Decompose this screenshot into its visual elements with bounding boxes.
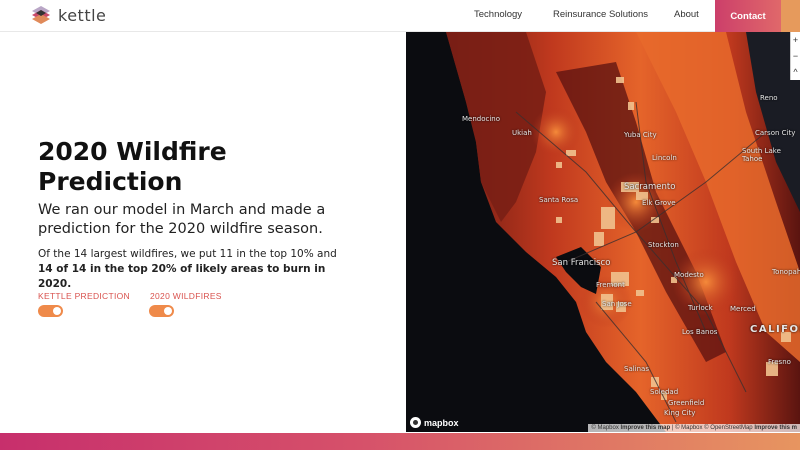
summary-bold: 14 of 14 in the top 20% of likely areas … <box>38 263 326 290</box>
map-label-ukiah: Ukiah <box>512 129 532 137</box>
map-label-modesto: Modesto <box>674 271 704 279</box>
zoom-in-button[interactable]: + <box>791 32 800 48</box>
contact-button[interactable]: Contact <box>715 0 781 32</box>
mapbox-icon <box>410 417 421 428</box>
summary-plain: Of the 14 largest wildfires, we put 11 i… <box>38 248 337 260</box>
page-subtitle: We ran our model in March and made a pre… <box>38 202 326 237</box>
map-label-los-banos: Los Banos <box>682 328 718 336</box>
toggle-kettle-prediction[interactable] <box>38 305 63 317</box>
map-label-tonopah: Tonopah <box>772 268 800 276</box>
map-label-sacramento: Sacramento <box>624 182 676 192</box>
map-label-san-jose: San Jose <box>602 300 632 308</box>
mapbox-logo-text: mapbox <box>424 417 459 428</box>
wildfire-map[interactable]: Reno Mendocino Ukiah Yuba City Carson Ci… <box>406 32 800 432</box>
map-label-carson-city: Carson City <box>755 129 796 137</box>
map-label-greenfield: Greenfield <box>668 399 705 407</box>
map-label-king-city: King City <box>664 409 696 417</box>
map-label-soledad: Soledad <box>650 388 679 396</box>
toggle-label-2020-wildfires: 2020 WILDFIRES <box>150 291 222 301</box>
map-label-salinas: Salinas <box>624 365 649 373</box>
toggle-label-kettle-prediction: KETTLE PREDICTION <box>38 291 131 301</box>
map-label-san-francisco: San Francisco <box>552 258 611 268</box>
map-label-santa-rosa: Santa Rosa <box>539 196 579 204</box>
map-label-lincoln: Lincoln <box>652 154 677 162</box>
zoom-out-button[interactable]: − <box>791 48 800 64</box>
site-header: kettle Technology Reinsurance Solutions … <box>0 0 800 32</box>
nav-technology[interactable]: Technology <box>474 9 522 20</box>
attrib-mapbox[interactable]: © Mapbox <box>591 425 618 431</box>
map-canvas <box>406 32 800 432</box>
map-label-merced: Merced <box>730 305 756 313</box>
brand-name: kettle <box>58 5 107 25</box>
map-label-yuba-city: Yuba City <box>624 131 657 139</box>
compass-button[interactable]: ^ <box>791 64 800 80</box>
mapbox-logo[interactable]: mapbox <box>410 417 459 428</box>
map-label-turlock: Turlock <box>688 304 713 312</box>
map-label-elk-grove: Elk Grove <box>642 199 676 207</box>
header-accent-strip <box>781 0 800 32</box>
map-label-fremont: Fremont <box>596 281 625 289</box>
attrib-osm[interactable]: | © Mapbox © OpenStreetMap <box>672 425 753 431</box>
bottom-gradient-bar <box>0 433 800 450</box>
map-label-mendocino: Mendocino <box>462 115 501 123</box>
attrib-improve-link[interactable]: Improve this map <box>621 425 671 431</box>
map-label-fresno: Fresno <box>768 358 791 366</box>
toggle-2020-wildfires[interactable] <box>149 305 174 317</box>
attrib-improve-link-2[interactable]: Improve this m <box>754 425 797 431</box>
map-label-stockton: Stockton <box>648 241 679 249</box>
nav-about[interactable]: About <box>674 9 699 20</box>
page-title: 2020 Wildfire Prediction <box>38 137 227 196</box>
kettle-logo-icon <box>32 6 50 24</box>
map-label-reno: Reno <box>760 94 778 102</box>
map-zoom-controls: + − ^ <box>790 32 800 80</box>
map-label-california: CALIFORNIA <box>750 324 800 335</box>
nav-reinsurance-solutions[interactable]: Reinsurance Solutions <box>553 9 648 20</box>
summary-text: Of the 14 largest wildfires, we put 11 i… <box>38 247 338 292</box>
map-label-south-lake-tahoe: South Lake Tahoe <box>742 147 781 163</box>
map-attribution: © Mapbox Improve this map | © Mapbox © O… <box>588 424 800 432</box>
brand-logo[interactable]: kettle <box>30 4 106 26</box>
